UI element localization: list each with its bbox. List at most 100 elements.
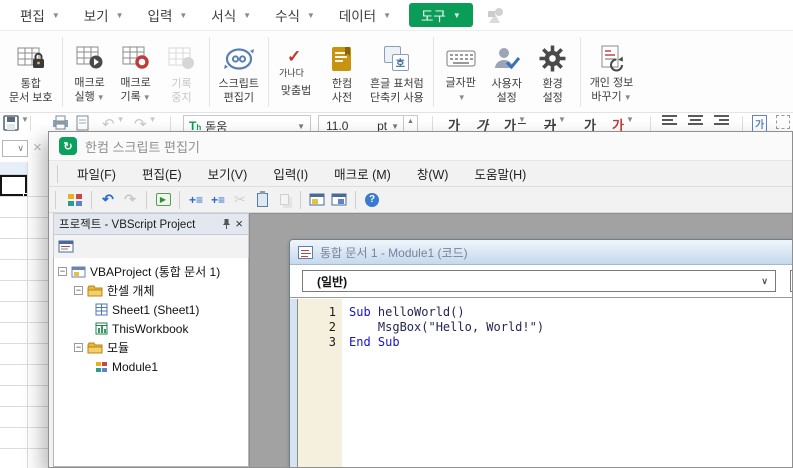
print-button[interactable]	[52, 115, 69, 132]
chevron-down-icon: ▼	[51, 10, 60, 20]
project-panel-header[interactable]: 프로젝트 - VBScript Project ×	[53, 213, 249, 235]
project-explorer-icon[interactable]	[308, 191, 326, 209]
align-right-icon	[714, 115, 729, 127]
script-editor-button[interactable]: 스크립트 편집기	[214, 37, 264, 107]
procedure-dropdown[interactable]	[790, 270, 792, 292]
code-line: Sub helloWorld()	[349, 305, 465, 319]
menu-format[interactable]: 서식 ▼	[199, 0, 263, 30]
collapse-icon[interactable]: −	[74, 343, 83, 352]
char-shadow-button[interactable]: 가	[584, 115, 596, 132]
menu-data[interactable]: 데이터 ▼	[327, 0, 403, 30]
align-right-button[interactable]	[714, 115, 729, 132]
collapse-icon[interactable]: −	[74, 286, 83, 295]
menu-tools[interactable]: 도구 ▼	[409, 3, 473, 27]
underline-button[interactable]: 가 ▼	[504, 115, 526, 132]
insert-procedure-icon[interactable]: +≡	[187, 191, 205, 209]
keyboard-icon	[446, 40, 476, 76]
disabled-person-icon	[487, 8, 503, 23]
ribbon-separator	[268, 36, 270, 107]
hwp-shortcut-icon: 호	[383, 41, 411, 77]
protect-workbook-button[interactable]: 통합 문서 보호	[4, 37, 58, 107]
ribbon-separator	[208, 36, 210, 107]
code-icon	[298, 245, 313, 259]
spellcheck-button[interactable]: ✓ 가나다 맞춤법	[273, 44, 319, 100]
font-name-value: 돋움	[205, 119, 228, 133]
code-editor[interactable]: 1 2 3 Sub helloWorld() MsgBox("Hello, Wo…	[290, 299, 792, 467]
menu-formula[interactable]: 수식 ▼	[263, 0, 327, 30]
name-box-dropdown[interactable]: ∨	[2, 140, 28, 157]
menu-edit[interactable]: 편집 ▼	[8, 0, 72, 30]
menu-view[interactable]: 보기 ▼	[72, 0, 136, 30]
editor-menu-view[interactable]: 보기(V)	[195, 164, 261, 183]
line-number-gutter: 1 2 3	[298, 299, 342, 467]
editor-menu-macro[interactable]: 매크로 (M)	[321, 164, 404, 183]
preferences-button[interactable]: 환경 설정	[530, 37, 576, 107]
editor-menu-insert[interactable]: 입력(I)	[260, 164, 321, 183]
help-icon[interactable]: ?	[363, 191, 381, 209]
window-titlebar[interactable]: ↻ 한컴 스크립트 편집기	[49, 132, 792, 161]
close-icon[interactable]: ×	[235, 217, 243, 230]
ribbon-separator	[579, 36, 581, 107]
editor-menu-help[interactable]: 도움말(H)	[461, 164, 539, 183]
font-size-select[interactable]: 11.0 pt ▼ ▲	[318, 115, 418, 132]
code-window-titlebar[interactable]: 통합 문서 1 - Module1 (코드)	[290, 240, 792, 265]
chevron-down-icon: ▼	[142, 93, 151, 102]
column-header[interactable]	[0, 162, 27, 175]
strikethrough-button[interactable]: 가 ▼	[544, 115, 566, 132]
font-select[interactable]: Th 돋움 ▼	[183, 115, 311, 132]
align-left-button[interactable]	[662, 115, 677, 132]
font-color-button[interactable]: 가 ▼	[612, 115, 634, 132]
view-code-icon[interactable]	[57, 238, 75, 256]
chevron-down-icon: ▼	[383, 10, 392, 20]
macro-record-button[interactable]: 매크로 기록 ▼	[113, 36, 159, 107]
chevron-down-icon: ∨	[761, 275, 768, 286]
tree-item-module1[interactable]: Module1	[58, 357, 248, 376]
record-stop-icon	[167, 41, 197, 77]
collapse-icon[interactable]: −	[58, 267, 67, 276]
size-stepper[interactable]: ▲	[403, 116, 417, 132]
keyboard-layout-button[interactable]: 글자판 ▼	[438, 36, 484, 107]
tree-item-sheet1[interactable]: Sheet1 (Sheet1)	[58, 300, 248, 319]
paste-icon[interactable]	[253, 190, 271, 209]
tree-item-hancell-objects[interactable]: − 한셀 개체	[58, 281, 248, 300]
editor-menu-window[interactable]: 창(W)	[404, 164, 462, 183]
code-text[interactable]: Sub helloWorld() MsgBox("Hello, World!")…	[342, 299, 792, 467]
tree-item-modules-folder[interactable]: − 모듈	[58, 338, 248, 357]
tree-item-vbaproject[interactable]: − VBAProject (통합 문서 1)	[58, 262, 248, 281]
macro-run-button[interactable]: 매크로 실행 ▼	[67, 36, 113, 107]
privacy-document-icon	[597, 40, 626, 76]
cancel-icon[interactable]: ×	[33, 139, 42, 156]
tree-item-thisworkbook[interactable]: ThisWorkbook	[58, 319, 248, 338]
undo-icon[interactable]: ↶	[99, 191, 117, 209]
hwp-shortcut-button[interactable]: 호 흔글 표처럼 단축키 사용	[365, 37, 429, 107]
menu-insert[interactable]: 입력 ▼	[136, 0, 200, 30]
italic-button[interactable]: 가	[476, 115, 488, 132]
run-macro-icon[interactable]: ▶	[154, 191, 172, 209]
editor-menubar: 파일(F) 편집(E) 보기(V) 입력(I) 매크로 (M) 창(W) 도움말…	[49, 161, 792, 187]
folder-icon	[87, 285, 103, 297]
cell-format-button[interactable]: 가	[752, 115, 768, 132]
object-dropdown[interactable]: (일반) ∨	[302, 270, 776, 292]
user-settings-button[interactable]: 사용자 설정	[484, 37, 530, 107]
dictionary-button[interactable]: 한컴 사전	[319, 37, 365, 107]
properties-window-icon[interactable]	[330, 191, 348, 209]
insert-module-icon[interactable]: +≡	[209, 191, 227, 209]
chevron-down-icon: ▼	[625, 115, 634, 124]
sheet-icon	[95, 303, 108, 316]
pin-icon[interactable]	[222, 218, 231, 230]
chevron-down-icon: ▼	[21, 115, 29, 124]
align-center-icon	[688, 115, 703, 127]
mdi-workspace: 통합 문서 1 - Module1 (코드) (일반) ∨ 1 2 3 Sub …	[249, 213, 792, 467]
align-left-icon	[662, 115, 677, 127]
save-button[interactable]: ▼	[3, 115, 29, 132]
privacy-change-button[interactable]: 개인 정보 바꾸기 ▼	[585, 36, 639, 107]
border-button[interactable]	[776, 115, 790, 132]
bold-button[interactable]: 가	[448, 115, 460, 132]
align-center-button[interactable]	[688, 115, 703, 132]
ribbon-separator	[432, 36, 434, 107]
print-preview-button[interactable]	[76, 115, 89, 132]
folder-icon	[87, 342, 103, 354]
modules-icon[interactable]	[66, 191, 84, 209]
editor-menu-file[interactable]: 파일(F)	[64, 164, 129, 183]
editor-menu-edit[interactable]: 편집(E)	[129, 164, 195, 183]
